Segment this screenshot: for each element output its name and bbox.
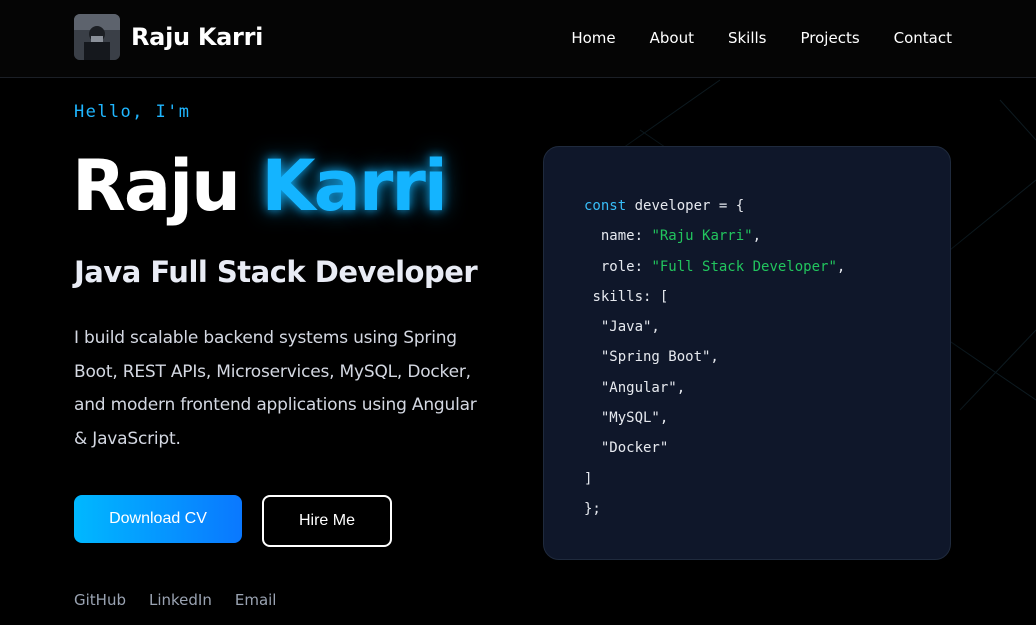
code-text: ,: [836, 258, 846, 275]
code-text: "Angular",: [600, 379, 686, 396]
code-snippet: const developer = { name: "Raju Karri", …: [584, 191, 845, 524]
nav-skills[interactable]: Skills: [728, 28, 767, 48]
brand[interactable]: Raju Karri: [74, 14, 263, 60]
main-nav: Home About Skills Projects Contact: [571, 28, 952, 48]
hero-first-name: Raju: [72, 145, 241, 227]
code-line: skills: [: [584, 282, 845, 312]
code-text: "Java",: [600, 319, 660, 336]
code-line: "Java",: [584, 312, 845, 342]
hero-name: Raju Karri: [72, 142, 448, 230]
code-keyword: const: [584, 198, 627, 214]
nav-projects[interactable]: Projects: [801, 28, 860, 48]
code-text: "Docker": [600, 440, 669, 457]
portfolio-page: Raju Karri Home About Skills Projects Co…: [0, 0, 1036, 625]
code-text: ,: [752, 228, 762, 245]
code-text: developer = {: [626, 198, 745, 214]
email-link[interactable]: Email: [235, 591, 277, 609]
nav-contact[interactable]: Contact: [894, 28, 952, 48]
hire-me-button[interactable]: Hire Me: [262, 495, 392, 547]
social-links: GitHub LinkedIn Email: [74, 591, 299, 609]
code-text: name:: [600, 228, 652, 245]
avatar: [74, 14, 120, 60]
profile-photo-icon: [74, 14, 120, 60]
hero-role: Java Full Stack Developer: [74, 255, 478, 289]
code-line: "Angular",: [584, 373, 845, 403]
hero-intro: I build scalable backend systems using S…: [74, 328, 477, 449]
code-line: };: [584, 494, 845, 524]
code-text: skills: [: [592, 288, 669, 305]
code-line: ]: [584, 464, 845, 494]
code-card: const developer = { name: "Raju Karri", …: [543, 146, 951, 560]
code-line: "Spring Boot",: [584, 342, 845, 372]
hero-last-name: Karri: [261, 145, 448, 227]
linkedin-link[interactable]: LinkedIn: [149, 591, 212, 609]
github-link[interactable]: GitHub: [74, 591, 126, 609]
brand-name: Raju Karri: [131, 23, 264, 51]
code-text: };: [584, 500, 601, 517]
code-text: "MySQL",: [600, 410, 669, 427]
code-line: role: "Full Stack Developer",: [584, 252, 845, 282]
hero-greeting: Hello, I'm: [74, 102, 191, 122]
nav-about[interactable]: About: [650, 28, 694, 48]
download-cv-button[interactable]: Download CV: [74, 495, 242, 543]
code-string: "Full Stack Developer": [651, 258, 837, 275]
code-string: "Raju Karri": [651, 228, 753, 245]
code-line: name: "Raju Karri",: [584, 221, 845, 251]
code-line: "Docker": [584, 433, 845, 463]
code-text: ]: [584, 470, 593, 487]
code-line: "MySQL",: [584, 403, 845, 433]
site-header: Raju Karri Home About Skills Projects Co…: [0, 0, 1036, 78]
nav-home[interactable]: Home: [571, 28, 615, 48]
code-line: const developer = {: [584, 191, 845, 221]
code-text: "Spring Boot",: [600, 349, 719, 366]
code-text: role:: [600, 258, 652, 275]
